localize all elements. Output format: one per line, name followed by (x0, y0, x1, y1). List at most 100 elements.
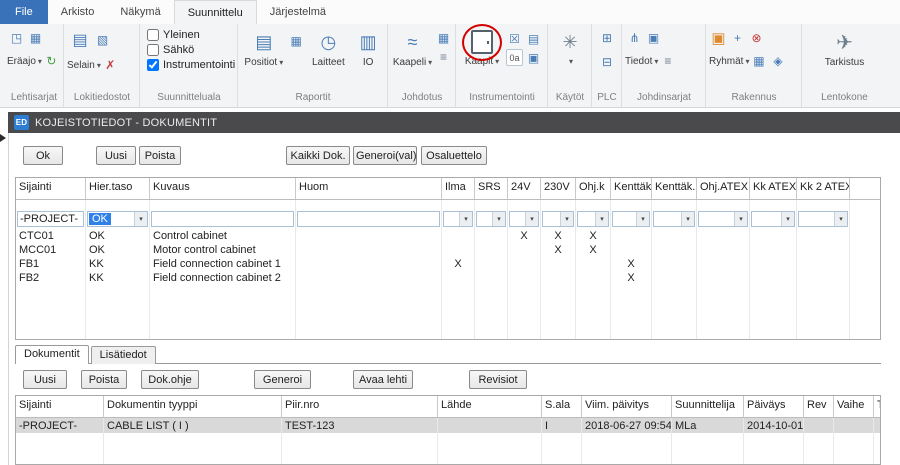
sheet-series-icon[interactable]: ◳ (8, 29, 25, 46)
cell (611, 243, 652, 257)
cable-tree-icon[interactable]: ▦ (435, 29, 452, 46)
editor-ilma-combobox[interactable]: ▾ (443, 211, 473, 227)
cell: OK (86, 229, 150, 243)
selain-button[interactable]: Selain (67, 60, 101, 71)
poista-dok-button[interactable]: Poista (81, 370, 127, 389)
column-header: Kk ATEX (750, 178, 797, 199)
combo-caret-icon[interactable]: ▾ (525, 212, 538, 226)
table-row[interactable]: FB2KKField connection cabinet 2X (16, 271, 880, 285)
combo-caret-icon[interactable]: ▾ (834, 212, 847, 226)
cable-list-icon[interactable]: ≡ (435, 48, 452, 65)
dok-ohje-button[interactable]: Dok.ohje (141, 370, 199, 389)
editor-ohjatex-combobox[interactable]: ▾ (698, 211, 748, 227)
positiot-button[interactable]: ▤ Positiot (241, 28, 287, 68)
combo-caret-icon[interactable]: ▾ (492, 212, 505, 226)
add-group-icon[interactable]: + (729, 29, 746, 46)
ok-button[interactable]: Ok (23, 146, 63, 165)
yleinen-checkbox-input[interactable] (147, 29, 159, 41)
editor-sijainti-field[interactable]: -PROJECT- (17, 211, 84, 227)
oa-doc-icon[interactable]: 0a (506, 49, 523, 66)
group-grid-icon[interactable]: ▦ (750, 52, 767, 69)
table-row (16, 433, 880, 447)
combo-caret-icon[interactable]: ▾ (636, 212, 649, 226)
kuva-icon[interactable]: ▣ (525, 49, 542, 66)
io-button[interactable]: ▥ IO (351, 28, 385, 68)
editor-huom-input[interactable] (297, 211, 440, 227)
uusi-dok-button[interactable]: Uusi (23, 370, 67, 389)
editor-srs-combobox[interactable]: ▾ (476, 211, 506, 227)
tab-suunnittelu[interactable]: Suunnittelu (174, 0, 257, 24)
combo-caret-icon[interactable]: ▾ (595, 212, 608, 226)
uusi-button[interactable]: Uusi (96, 146, 136, 165)
cell: FB1 (16, 257, 86, 271)
lower-toolbar: Uusi Poista Dok.ohje Generoi Avaa lehti … (9, 370, 527, 389)
report-grid-icon[interactable]: ▦ (288, 32, 305, 49)
tab-arkisto[interactable]: Arkisto (48, 0, 108, 24)
combo-caret-icon[interactable]: ▾ (681, 212, 694, 226)
ribbon-group-instrumentointi: Kaapit ☒ ▤ 0a ▣ Instrumentointi (456, 24, 548, 107)
ryhmat-button[interactable]: Ryhmät (709, 56, 749, 67)
group-diamond-icon[interactable]: ◈ (769, 52, 786, 69)
combo-caret-icon[interactable]: ▾ (459, 212, 472, 226)
tab-jarjestelma[interactable]: Järjestelmä (257, 0, 339, 24)
remove-group-icon[interactable]: ⊗ (748, 29, 765, 46)
editor-hier-taso-combobox[interactable]: OK▾ (87, 211, 148, 227)
checkbox-yleinen[interactable]: Yleinen (147, 29, 231, 41)
tab-lisatiedot[interactable]: Lisätiedot (91, 346, 156, 364)
plc-import-icon[interactable]: ⊞ (599, 29, 616, 46)
eraajo-button[interactable]: Eräajo (7, 56, 42, 67)
sheet-grid-icon[interactable]: ▦ (27, 29, 44, 46)
generoi-button[interactable]: Generoi (254, 370, 311, 389)
editor-kuvaus-input[interactable] (151, 211, 294, 227)
checkbox-instrumentointi[interactable]: Instrumentointi (147, 59, 231, 71)
combo-caret-icon[interactable]: ▾ (734, 212, 747, 226)
editor-kenttak-combobox[interactable]: ▾ (612, 211, 650, 227)
checkbox-label: Yleinen (163, 29, 200, 41)
editor-kenttak2-combobox[interactable]: ▾ (653, 211, 695, 227)
log-folder-icon[interactable]: ▧ (94, 32, 111, 49)
table-row-selected[interactable]: -PROJECT-CABLE LIST ( I )TEST-123I2018-0… (16, 418, 880, 433)
editor-230v-combobox[interactable]: ▾ (542, 211, 574, 227)
poista-button[interactable]: Poista (139, 146, 181, 165)
laitteet-button[interactable]: ◷ Laitteet (306, 28, 352, 68)
table-row[interactable]: MCC01OKMotor control cabinetXX (16, 243, 880, 257)
kaapeli-button[interactable]: ≈ Kaapeli (391, 28, 434, 68)
column-header: Hier.taso (86, 178, 150, 199)
kaytot-button[interactable]: ✳ (551, 28, 589, 66)
table-row[interactable]: FB1KKField connection cabinet 1XX (16, 257, 880, 271)
ribbon: ◳ ▦ Eräajo ↻ Lehtisarjat ▤ ▧ Selain ✗ (0, 24, 900, 108)
editor-ohjk-combobox[interactable]: ▾ (577, 211, 609, 227)
osaluettelo-button[interactable]: Osaluettelo (421, 146, 487, 165)
tab-dokumentit[interactable]: Dokumentit (15, 345, 89, 364)
xml-delete-icon[interactable]: ✗ (102, 56, 119, 73)
plc-export-icon[interactable]: ⊟ (599, 53, 616, 70)
table-row[interactable]: CTC01OKControl cabinetXXX (16, 229, 880, 243)
harness-list-icon[interactable]: ≡ (659, 52, 676, 69)
sahko-checkbox-input[interactable] (147, 44, 159, 56)
table1-editor-row: -PROJECT- OK▾ ▾ ▾ ▾ ▾ ▾ ▾ ▾ ▾ ▾ ▾ (16, 209, 880, 229)
kaikki-dok-button[interactable]: Kaikki Dok. (286, 146, 350, 165)
generoi-val-button[interactable]: Generoi(val) (353, 146, 417, 165)
revisiot-button[interactable]: Revisiot (469, 370, 527, 389)
combo-caret-icon[interactable]: ▾ (781, 212, 794, 226)
harness-tree-icon[interactable]: ⋔ (626, 29, 643, 46)
table-row (16, 461, 880, 465)
tab-file[interactable]: File (0, 0, 48, 24)
harness-window-icon[interactable]: ▣ (645, 29, 662, 46)
instrumentointi-checkbox-input[interactable] (147, 59, 159, 71)
kaapit-button[interactable]: Kaapit (459, 28, 505, 67)
combo-caret-icon[interactable]: ▾ (560, 212, 573, 226)
kaapit-window-icon[interactable]: ▤ (525, 30, 542, 47)
tiedot-button[interactable]: Tiedot (625, 56, 658, 67)
group-label-lentokone: Lentokone (805, 92, 884, 107)
editor-kkatex-combobox[interactable]: ▾ (751, 211, 795, 227)
tarkistus-button[interactable]: ✈ Tarkistus (815, 28, 875, 68)
combo-caret-icon[interactable]: ▾ (134, 212, 147, 226)
editor-24v-combobox[interactable]: ▾ (509, 211, 539, 227)
editor-kk2atex-combobox[interactable]: ▾ (798, 211, 848, 227)
avaa-lehti-button[interactable]: Avaa lehti (353, 370, 413, 389)
checkbox-sahko[interactable]: Sähkö (147, 44, 231, 56)
refresh-icon[interactable]: ↻ (43, 52, 60, 69)
tab-nakyma[interactable]: Näkymä (107, 0, 173, 24)
kaapit-export-icon[interactable]: ☒ (506, 30, 523, 47)
